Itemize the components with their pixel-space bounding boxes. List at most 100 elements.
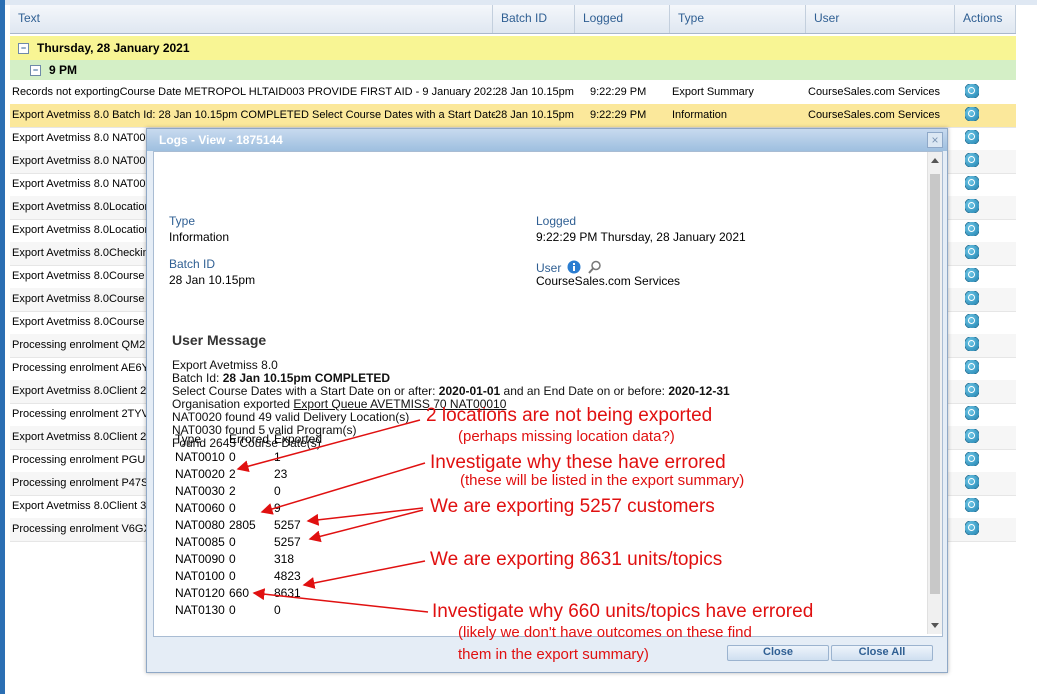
view-magnifier-icon[interactable] bbox=[965, 383, 979, 397]
start-date: 2020-01-01 bbox=[438, 384, 501, 398]
batch-id-value: 28 Jan 10.15pm bbox=[169, 273, 256, 287]
table-header-type: Type bbox=[175, 432, 202, 446]
row-type: Information bbox=[672, 109, 728, 121]
view-magnifier-icon[interactable] bbox=[965, 130, 979, 144]
view-magnifier-icon[interactable] bbox=[965, 406, 979, 420]
group-day-label: Thursday, 28 January 2021 bbox=[37, 41, 190, 55]
stat-errored: 2 bbox=[229, 484, 236, 498]
table-header-errored: Errored bbox=[229, 432, 270, 446]
view-magnifier-icon[interactable] bbox=[965, 498, 979, 512]
view-magnifier-icon[interactable] bbox=[965, 452, 979, 466]
close-all-button[interactable]: Close All bbox=[831, 645, 933, 661]
view-magnifier-icon[interactable] bbox=[965, 84, 979, 98]
user-value: CourseSales.com Services bbox=[536, 274, 681, 288]
stat-exported: 23 bbox=[274, 467, 288, 481]
stat-type: NAT0030 bbox=[175, 484, 225, 498]
scroll-down-icon[interactable] bbox=[931, 623, 939, 628]
row-batch-id: 28 Jan 10.15pm bbox=[495, 86, 574, 98]
org-prefix: Organisation exported bbox=[172, 397, 294, 411]
view-magnifier-icon[interactable] bbox=[965, 291, 979, 305]
view-magnifier-icon[interactable] bbox=[965, 429, 979, 443]
table-header-exported: Exported bbox=[274, 432, 323, 446]
row-actions bbox=[965, 406, 979, 420]
row-logged: 9:22:29 PM bbox=[590, 86, 647, 98]
collapse-toggle-icon[interactable]: − bbox=[18, 43, 29, 55]
group-row-hour[interactable]: −9 PM bbox=[10, 60, 1016, 80]
view-magnifier-icon[interactable] bbox=[965, 314, 979, 328]
annotation-units-errored-sub1: (likely we don't have outcomes on these … bbox=[458, 624, 752, 641]
stat-exported: 318 bbox=[274, 552, 295, 566]
view-magnifier-icon[interactable] bbox=[965, 245, 979, 259]
vertical-scrollbar[interactable] bbox=[927, 152, 942, 634]
stat-errored: 0 bbox=[229, 501, 236, 515]
view-magnifier-icon[interactable] bbox=[965, 199, 979, 213]
column-header-user[interactable]: User bbox=[806, 5, 955, 33]
stat-type: NAT0090 bbox=[175, 552, 225, 566]
magnifier-icon[interactable] bbox=[588, 260, 602, 274]
row-text: Records not exportingCourse Date METROPO… bbox=[12, 86, 495, 98]
view-magnifier-icon[interactable] bbox=[965, 222, 979, 236]
stat-errored: 0 bbox=[229, 535, 236, 549]
group-row-day[interactable]: − Thursday, 28 January 2021 bbox=[10, 36, 1016, 60]
view-magnifier-icon[interactable] bbox=[965, 521, 979, 535]
row-batch-id: 28 Jan 10.15pm bbox=[495, 109, 574, 121]
select-mid: and an End Date on or before: bbox=[500, 384, 669, 398]
row-actions bbox=[965, 222, 979, 236]
stat-type: NAT0130 bbox=[175, 603, 225, 617]
stat-type: NAT0010 bbox=[175, 450, 225, 464]
row-actions bbox=[965, 130, 979, 144]
close-button[interactable]: Close bbox=[727, 645, 829, 661]
user-message-heading: User Message bbox=[172, 332, 267, 348]
column-header-text[interactable]: Text bbox=[10, 5, 493, 33]
row-actions bbox=[965, 498, 979, 512]
scroll-thumb[interactable] bbox=[930, 174, 940, 594]
stat-errored: 660 bbox=[229, 586, 250, 600]
stat-exported: 4823 bbox=[274, 569, 301, 583]
row-text: Export Avetmiss 8.0 Batch Id: 28 Jan 10.… bbox=[12, 109, 495, 121]
row-type: Export Summary bbox=[672, 86, 754, 98]
row-actions bbox=[965, 268, 979, 282]
type-value: Information bbox=[169, 230, 230, 244]
view-magnifier-icon[interactable] bbox=[965, 107, 979, 121]
column-header-type[interactable]: Type bbox=[670, 5, 806, 33]
stat-type: NAT0100 bbox=[175, 569, 225, 583]
batch-prefix: Batch Id: bbox=[172, 371, 223, 385]
view-magnifier-icon[interactable] bbox=[965, 153, 979, 167]
scroll-up-icon[interactable] bbox=[931, 158, 939, 163]
view-magnifier-icon[interactable] bbox=[965, 475, 979, 489]
view-magnifier-icon[interactable] bbox=[965, 360, 979, 374]
row-actions bbox=[965, 360, 979, 374]
row-actions bbox=[965, 429, 979, 443]
annotation-errored-sub: (these will be listed in the export summ… bbox=[460, 472, 745, 489]
column-header-batch-id[interactable]: Batch ID bbox=[493, 5, 575, 33]
stat-exported: 9 bbox=[274, 501, 281, 515]
annotation-units: We are exporting 8631 units/topics bbox=[430, 549, 723, 570]
row-user: CourseSales.com Services bbox=[808, 86, 941, 98]
close-icon[interactable]: × bbox=[927, 132, 943, 148]
dialog-title[interactable]: Logs - View - 1875144 bbox=[147, 129, 947, 151]
table-row[interactable]: Records not exportingCourse Date METROPO… bbox=[10, 81, 1016, 105]
view-magnifier-icon[interactable] bbox=[965, 176, 979, 190]
column-header-actions[interactable]: Actions bbox=[955, 5, 1016, 33]
left-frame-border bbox=[0, 0, 5, 694]
type-label: Type bbox=[169, 214, 196, 228]
row-user: CourseSales.com Services bbox=[808, 109, 941, 121]
annotation-customers: We are exporting 5257 customers bbox=[430, 496, 715, 517]
info-icon[interactable] bbox=[567, 260, 581, 274]
column-header-logged[interactable]: Logged bbox=[575, 5, 670, 33]
grid-header: Text Batch ID Logged Type User Actions bbox=[10, 5, 1016, 34]
row-logged: 9:22:29 PM bbox=[590, 109, 647, 121]
stat-errored: 2805 bbox=[229, 518, 256, 532]
stat-type: NAT0085 bbox=[175, 535, 225, 549]
row-actions bbox=[965, 199, 979, 213]
user-label-text: User bbox=[536, 261, 562, 275]
stat-errored: 0 bbox=[229, 552, 236, 566]
view-magnifier-icon[interactable] bbox=[965, 337, 979, 351]
table-row[interactable]: Export Avetmiss 8.0 Batch Id: 28 Jan 10.… bbox=[10, 104, 1016, 128]
row-actions bbox=[965, 452, 979, 466]
collapse-toggle-icon[interactable]: − bbox=[30, 65, 41, 77]
annotation-locations: 2 locations are not being exported bbox=[426, 405, 713, 426]
row-actions bbox=[965, 107, 979, 121]
view-magnifier-icon[interactable] bbox=[965, 268, 979, 282]
annotation-locations-sub: (perhaps missing location data?) bbox=[458, 428, 675, 445]
